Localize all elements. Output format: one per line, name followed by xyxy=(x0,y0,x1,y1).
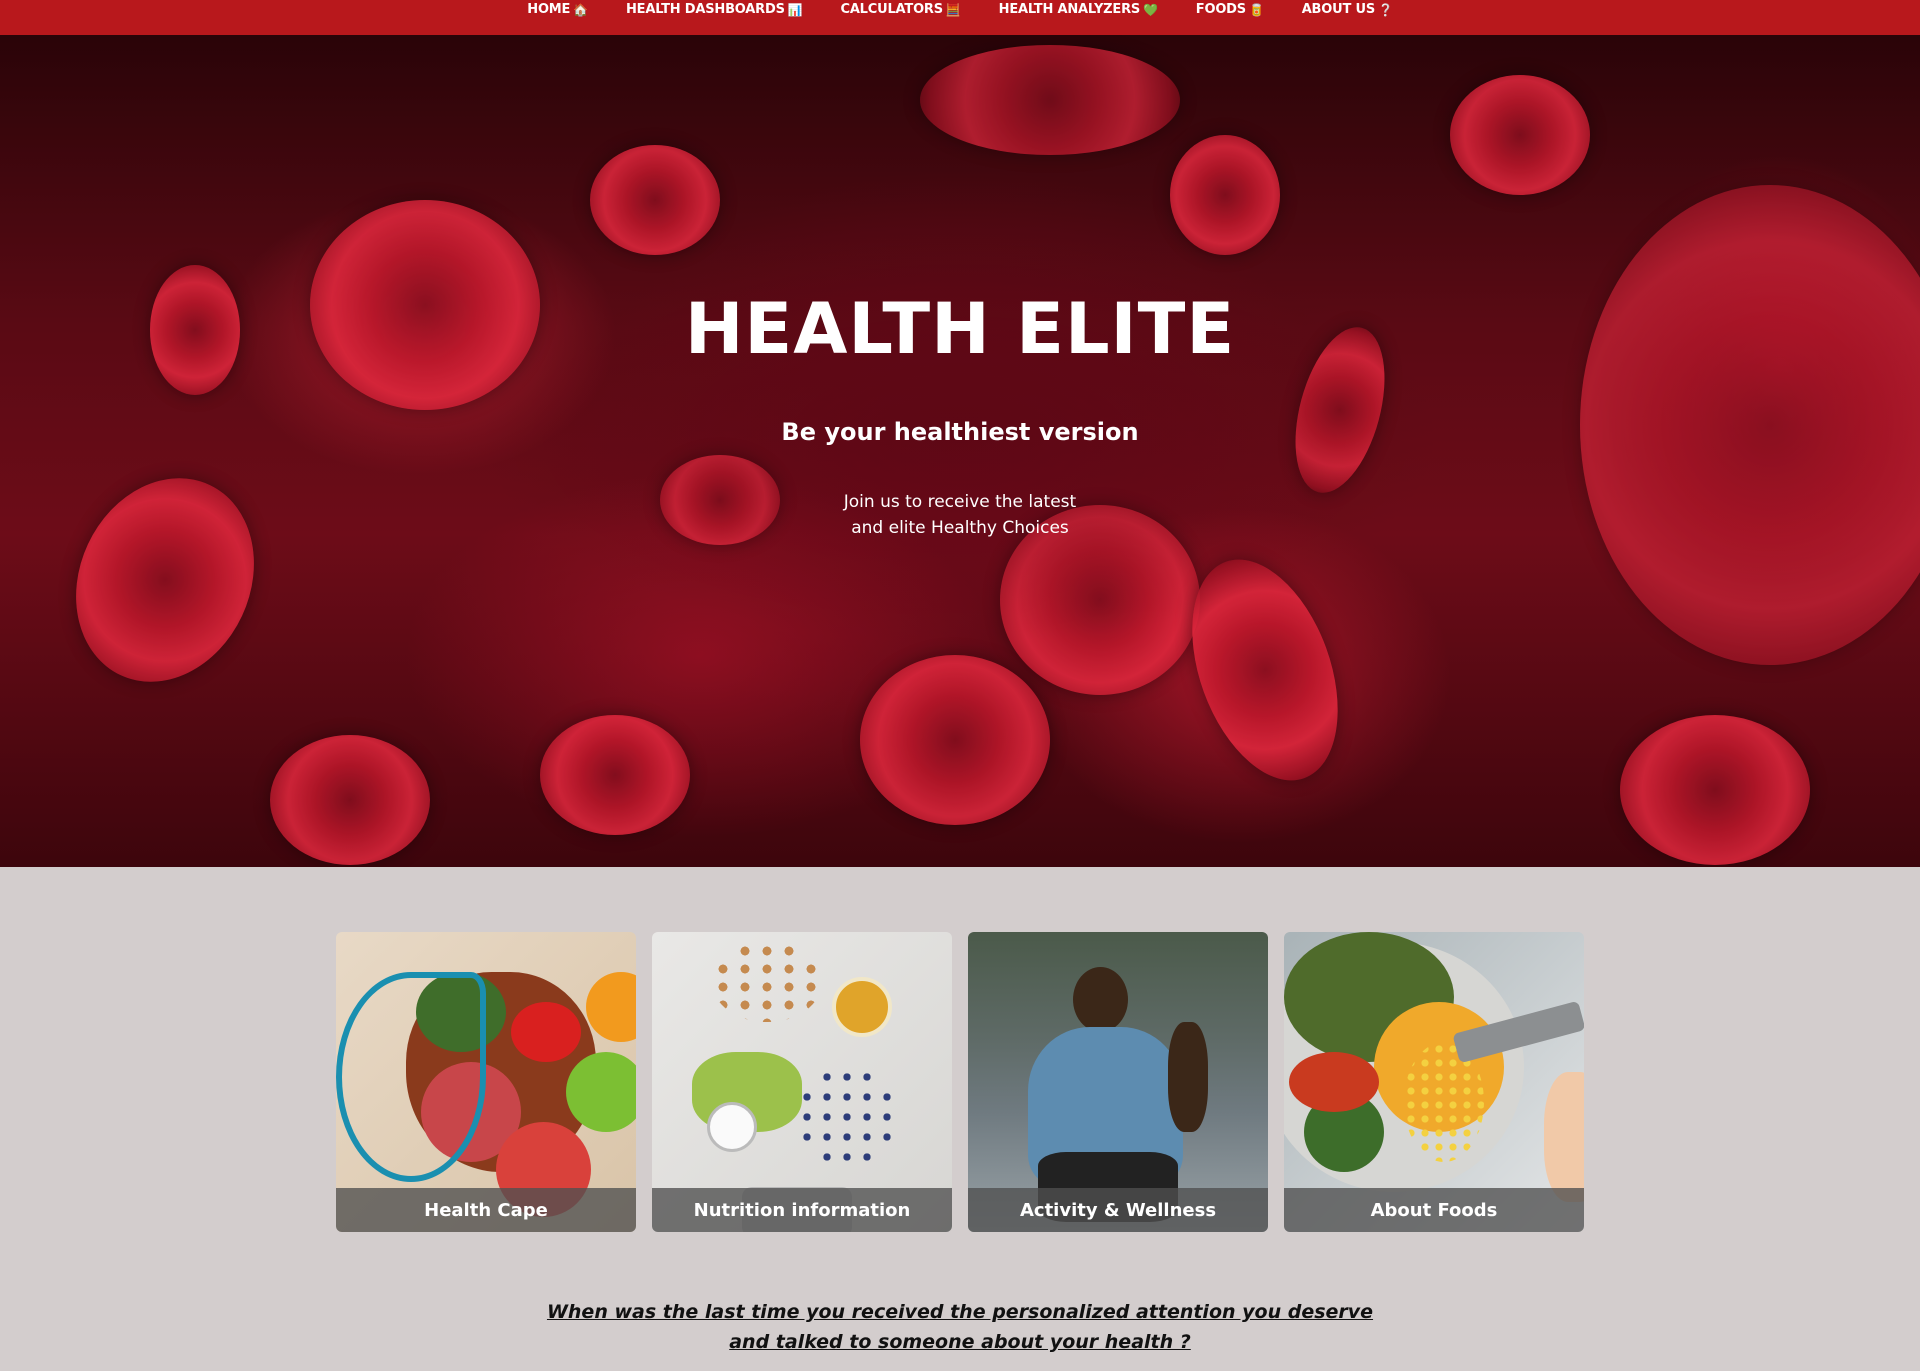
runner-arm-shape xyxy=(1168,1022,1208,1132)
stethoscope-shape xyxy=(336,972,486,1182)
nav-foods-label: FOODS xyxy=(1195,2,1246,17)
house-icon: 🏠 xyxy=(573,2,588,17)
calculator-icon: 🧮 xyxy=(945,2,961,17)
nav-foods[interactable]: FOODS 🥫 xyxy=(1196,0,1264,17)
hero-text: Join us to receive the latest and elite … xyxy=(0,489,1920,541)
hero-text-line-2: and elite Healthy Choices xyxy=(851,518,1069,538)
hero-banner: HEALTH ELITE Be your healthiest version … xyxy=(0,35,1920,867)
card-caption: About Foods xyxy=(1284,1188,1584,1232)
question-mark-icon: ❔ xyxy=(1377,2,1393,17)
almonds-shape xyxy=(712,942,822,1022)
yogurt-cup-shape xyxy=(707,1102,757,1152)
feature-cards: Health Cape Nutrition information Activi… xyxy=(336,932,1584,1232)
canned-food-icon: 🥫 xyxy=(1248,2,1264,17)
top-nav: HOME 🏠 HEALTH DASHBOARDS 📊 CALCULATORS 🧮… xyxy=(0,0,1920,35)
nav-calculators[interactable]: CALCULATORS 🧮 xyxy=(840,0,960,17)
card-caption: Nutrition information xyxy=(652,1188,952,1232)
hand-shape xyxy=(1544,1072,1584,1202)
nav-home-label: HOME xyxy=(527,2,571,17)
card-activity-wellness[interactable]: Activity & Wellness xyxy=(968,932,1268,1232)
nav-health-dashboards[interactable]: HEALTH DASHBOARDS 📊 xyxy=(626,0,803,17)
hero-title: HEALTH ELITE xyxy=(684,288,1236,370)
runner-image xyxy=(968,932,1268,1232)
card-nutrition-information[interactable]: Nutrition information xyxy=(652,932,952,1232)
nav-health-analyzers-label: HEALTH ANALYZERS xyxy=(998,2,1141,17)
card-about-foods[interactable]: About Foods xyxy=(1284,932,1584,1232)
nav-about-us-label: ABOUT US xyxy=(1301,2,1375,17)
nav-health-dashboards-label: HEALTH DASHBOARDS xyxy=(625,2,785,17)
card-caption: Health Cape xyxy=(336,1188,636,1232)
hero-shade xyxy=(0,35,1920,867)
honey-jar-shape xyxy=(832,977,892,1037)
hero-subtitle: Be your healthiest version xyxy=(781,418,1139,446)
card-caption: Activity & Wellness xyxy=(968,1188,1268,1232)
orange-shape xyxy=(586,972,636,1042)
nuts-honey-image xyxy=(652,932,952,1232)
nav-health-analyzers[interactable]: HEALTH ANALYZERS 💚 xyxy=(999,0,1158,17)
attention-question: When was the last time you received the … xyxy=(0,1297,1920,1357)
question-line-2: and talked to someone about your health … xyxy=(729,1331,1191,1353)
question-line-1: When was the last time you received the … xyxy=(546,1301,1374,1323)
apple-green-shape xyxy=(566,1052,636,1132)
red-pepper-shape xyxy=(1289,1052,1379,1112)
blueberries-shape xyxy=(797,1067,897,1167)
hero-text-line-1: Join us to receive the latest xyxy=(843,492,1077,512)
runner-head-shape xyxy=(1073,967,1128,1032)
card-health-cape[interactable]: Health Cape xyxy=(336,932,636,1232)
tomatoes-shape xyxy=(511,1002,581,1062)
salad-bowl-image xyxy=(1284,932,1584,1232)
nav-home[interactable]: HOME 🏠 xyxy=(527,0,588,17)
bar-chart-icon: 📊 xyxy=(787,2,803,17)
green-heart-icon: 💚 xyxy=(1143,2,1158,17)
heart-bowl-image xyxy=(336,932,636,1232)
nav-about-us[interactable]: ABOUT US ❔ xyxy=(1302,0,1393,17)
nav-calculators-label: CALCULATORS xyxy=(840,2,943,17)
